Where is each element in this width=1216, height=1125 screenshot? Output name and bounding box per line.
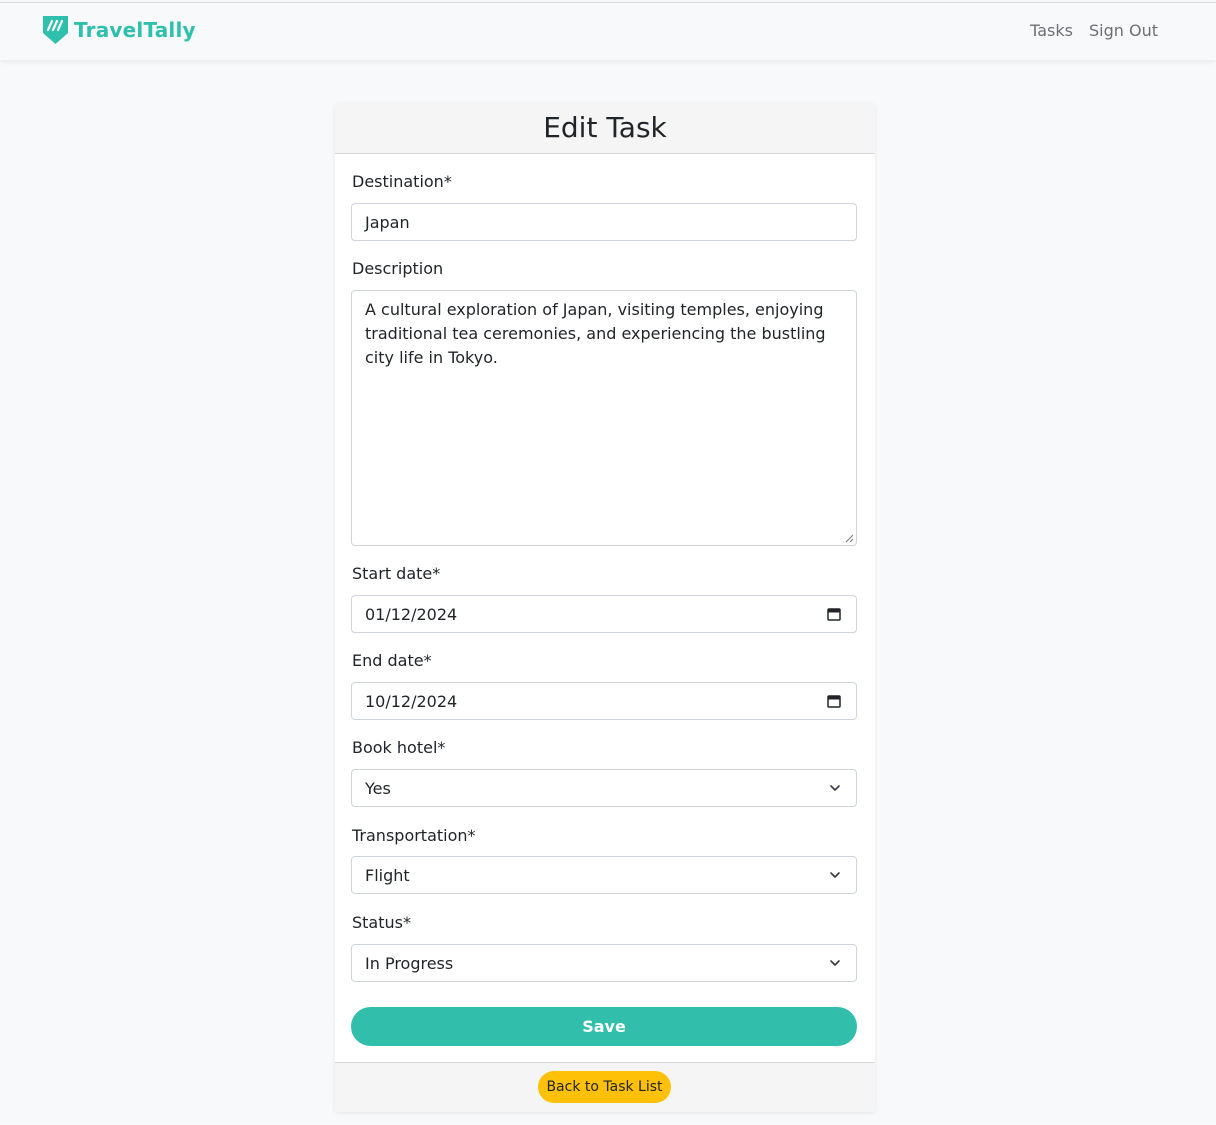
- card-footer: Back to Task List: [335, 1062, 875, 1112]
- nav-link-tasks[interactable]: Tasks: [1030, 21, 1073, 40]
- chevron-down-icon: [830, 785, 840, 791]
- end-date-value: 10/12/2024: [365, 691, 458, 711]
- status-label: Status*: [352, 913, 411, 932]
- calendar-icon[interactable]: [827, 694, 841, 708]
- brand-name: TravelTally: [74, 18, 196, 42]
- brand-shield-icon: [43, 16, 68, 44]
- book-hotel-select[interactable]: Yes: [351, 769, 857, 807]
- calendar-icon[interactable]: [827, 607, 841, 621]
- chevron-down-icon: [830, 960, 840, 966]
- chevron-down-icon: [830, 872, 840, 878]
- save-button[interactable]: Save: [351, 1007, 857, 1046]
- start-date-value: 01/12/2024: [365, 604, 458, 624]
- nav-link-sign-out[interactable]: Sign Out: [1089, 21, 1158, 40]
- destination-value: Japan: [365, 212, 410, 232]
- nav-links: Tasks Sign Out: [1030, 21, 1158, 40]
- transportation-value: Flight: [365, 865, 410, 885]
- transportation-select[interactable]: Flight: [351, 856, 857, 894]
- description-label: Description: [352, 259, 444, 278]
- book-hotel-label: Book hotel*: [352, 738, 446, 757]
- page-title: Edit Task: [543, 111, 667, 144]
- start-date-label: Start date*: [352, 564, 441, 583]
- transportation-label: Transportation*: [352, 826, 476, 845]
- start-date-input[interactable]: 01/12/2024: [351, 595, 857, 633]
- end-date-input[interactable]: 10/12/2024: [351, 682, 857, 720]
- description-textarea[interactable]: A cultural exploration of Japan, visitin…: [351, 290, 857, 546]
- destination-label: Destination*: [352, 172, 452, 191]
- card-header: Edit Task: [335, 103, 875, 154]
- book-hotel-value: Yes: [365, 778, 391, 798]
- resize-grip-icon[interactable]: [844, 533, 854, 543]
- status-select[interactable]: In Progress: [351, 944, 857, 982]
- brand-link[interactable]: TravelTally: [42, 15, 196, 45]
- top-navbar: TravelTally Tasks Sign Out: [0, 2, 1216, 60]
- back-to-task-list-button[interactable]: Back to Task List: [538, 1071, 671, 1103]
- description-value: A cultural exploration of Japan, visitin…: [365, 300, 826, 367]
- destination-input[interactable]: Japan: [351, 203, 857, 241]
- end-date-label: End date*: [352, 651, 432, 670]
- status-value: In Progress: [365, 953, 454, 973]
- edit-task-card: Edit Task Destination* Japan Description…: [335, 103, 875, 1112]
